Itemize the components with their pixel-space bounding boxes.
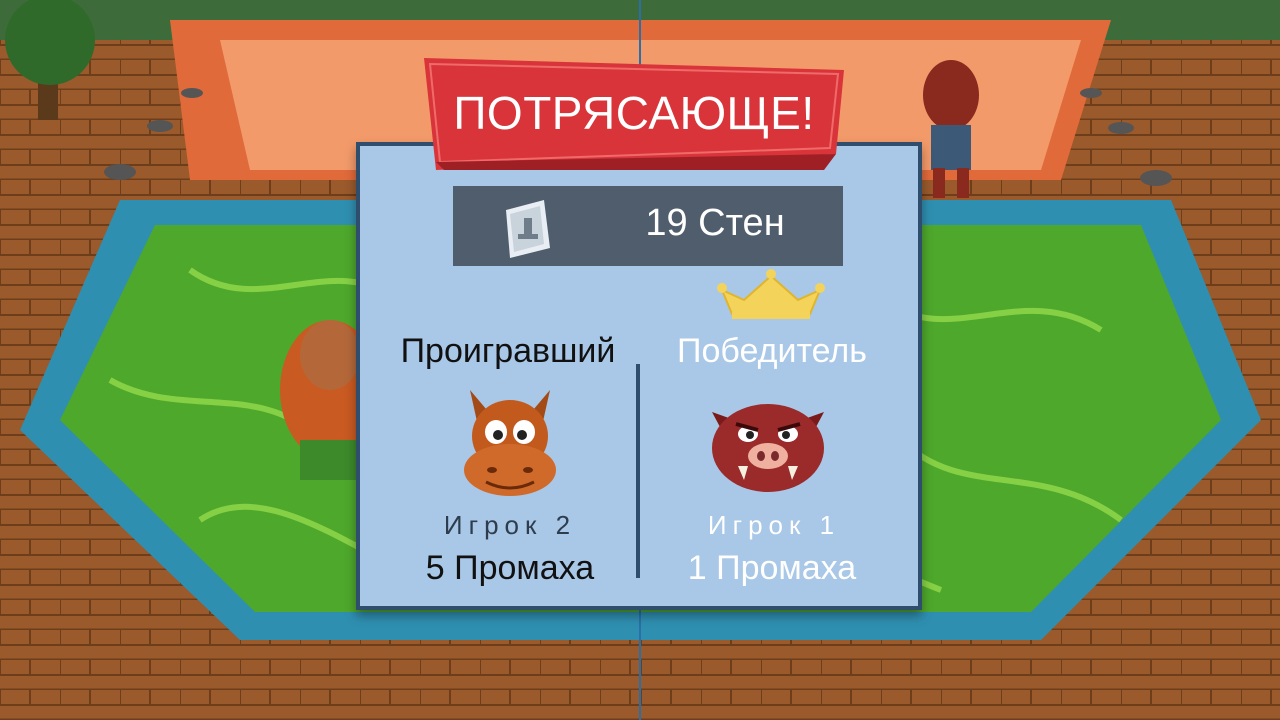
boar-avatar <box>712 404 824 492</box>
horse-avatar <box>464 390 556 496</box>
results-divider <box>636 364 640 578</box>
banner-title: ПОТРЯСАЮЩЕ! <box>453 87 815 139</box>
crown-icon <box>717 269 825 319</box>
winner-misses: 1 Промаха <box>687 549 857 587</box>
loser-misses: 5 Промаха <box>425 549 595 587</box>
wall-icon <box>506 200 550 258</box>
winner-title: Победитель <box>677 332 867 370</box>
walls-count: 19 Стен <box>645 202 785 244</box>
winner-player-name: Игрок 1 <box>707 510 841 540</box>
loser-title: Проигравший <box>400 332 616 370</box>
loser-player-name: Игрок 2 <box>443 510 577 540</box>
